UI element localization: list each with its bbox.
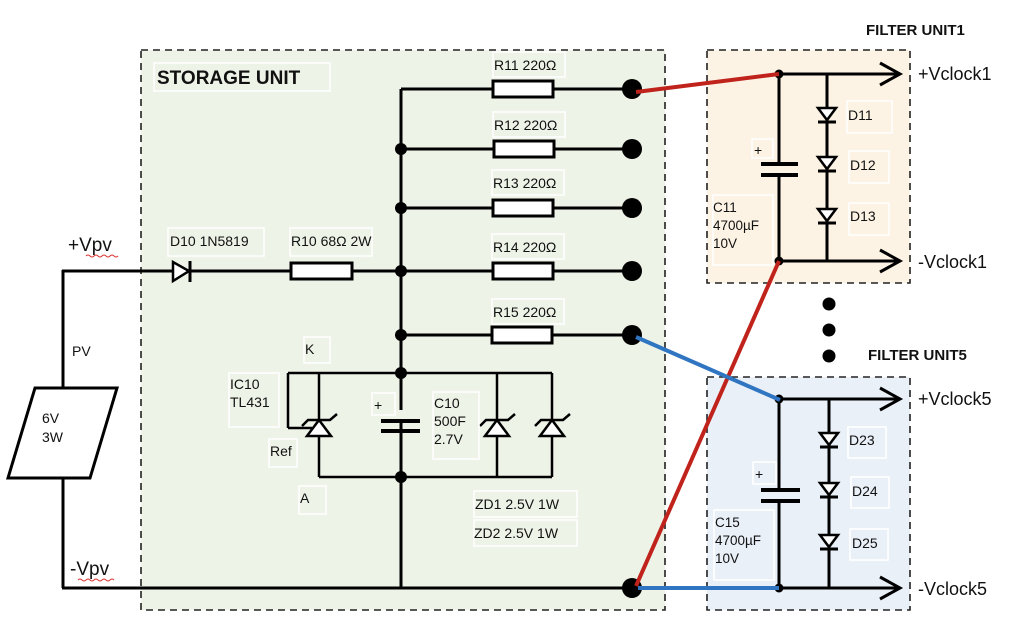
filter-unit1-box [706,49,911,284]
filter-unit1-title: FILTER UNIT1 [866,22,965,39]
tl431-pin-ref: Ref [270,443,292,459]
c11-capacitance: 4700µF [713,218,759,233]
vclock1-positive: +Vclock1 [918,64,992,84]
junction-dot [395,471,407,483]
c11-name: C11 [713,200,737,215]
junction-dot [395,367,407,379]
junction-dot [395,329,407,341]
junction-dot [395,143,407,155]
junction-dot [395,265,407,277]
vclock1-negative: -Vclock1 [918,252,987,272]
d13-label: D13 [850,208,876,224]
c11-voltage: 10V [713,236,737,251]
tl431-pin-k: K [305,341,315,357]
d24-label: D24 [852,483,878,499]
vpv-negative-label: -Vpv [70,559,110,580]
output-terminal-r14 [622,261,642,281]
c10-capacitance: 500F [434,413,466,429]
d12-label: D12 [850,157,876,173]
r15-label: R15 220Ω [493,304,556,320]
tl431-label: TL431 [230,394,270,410]
r11-label: R11 220Ω [494,57,556,73]
vertical-ellipsis-icon [822,297,836,363]
vclock5-positive: +Vclock5 [918,389,992,409]
schematic: STORAGE UNIT FILTER UNIT1 FILTER UNIT5 P… [5,22,992,611]
ic10-label: IC10 [230,376,260,392]
pv-rating-voltage: 6V [42,410,60,426]
c15-capacitance: 4700µF [715,533,761,548]
c15-name: C15 [715,515,740,530]
output-terminal-r15 [622,325,642,345]
r12-label: R12 220Ω [494,117,557,133]
vpv-positive-label: +Vpv [68,235,112,256]
c15-voltage: 10V [715,551,739,566]
r14-label: R14 220Ω [493,239,556,255]
vclock5-negative: -Vclock5 [918,579,987,599]
filter-unit5-title: FILTER UNIT5 [868,347,967,364]
pv-source: PV 6V 3W [5,270,120,588]
pv-label: PV [72,343,91,359]
pv-rating-power: 3W [42,429,64,445]
zd2-label: ZD2 2.5V 1W [474,525,559,541]
c10-voltage: 2.7V [434,431,463,447]
c10-polarity: + [374,397,382,413]
output-terminal-r13 [622,198,642,218]
d10-label: D10 1N5819 [170,233,249,249]
output-terminal-r12 [622,139,642,159]
r13-label: R13 220Ω [493,175,556,191]
tl431-pin-a: A [300,490,310,506]
r10-label: R10 68Ω 2W [291,233,372,249]
c10-name: C10 [434,395,460,411]
storage-unit-title: STORAGE UNIT [157,68,301,89]
d25-label: D25 [852,535,878,551]
filter-unit5-box [706,376,911,611]
c11-polarity: + [754,142,762,158]
zd1-label: ZD1 2.5V 1W [475,496,560,512]
d23-label: D23 [849,432,875,448]
resistor-r10 [289,261,354,281]
c15-polarity: + [755,466,763,482]
d11-label: D11 [848,107,873,123]
output-terminal-r11 [622,79,642,99]
junction-dot [395,202,407,214]
